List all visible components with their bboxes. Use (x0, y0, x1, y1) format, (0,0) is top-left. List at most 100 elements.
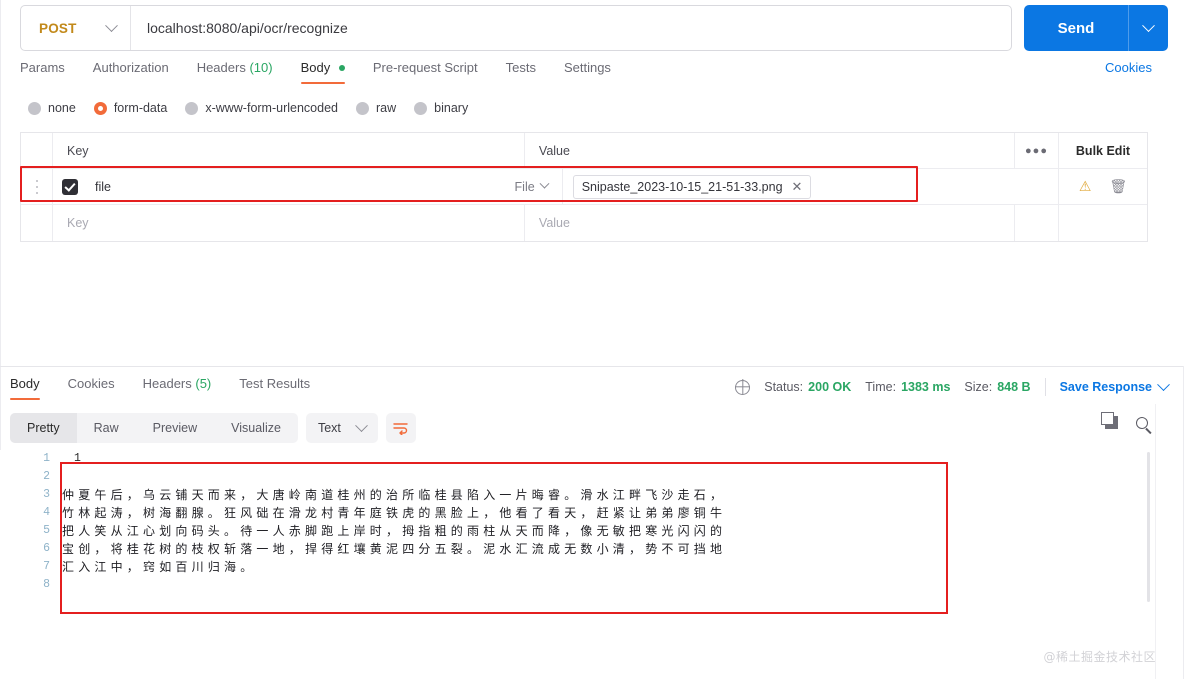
chevron-down-icon (1157, 377, 1170, 391)
panel-divider[interactable] (0, 366, 1184, 367)
format-label: Text (317, 421, 341, 435)
request-tabs: Params Authorization Headers (10) Body P… (20, 60, 1168, 90)
line-number: 3 (43, 488, 50, 501)
send-group: Send (1024, 5, 1168, 51)
tab-label: Params (20, 60, 65, 75)
response-body-text[interactable]: 1 仲夏午后，乌云铺天而来，大唐岭南道桂州的治所临桂县陷入一片晦睿。滑水江畔飞沙… (62, 450, 1134, 594)
tab-tests[interactable]: Tests (492, 60, 550, 84)
header-handle-cell (21, 133, 53, 168)
vertical-scrollbar[interactable] (1147, 452, 1150, 602)
tab-label: Authorization (92, 60, 169, 75)
view-pretty-button[interactable]: Pretty (10, 413, 77, 443)
search-icon[interactable] (1136, 416, 1148, 429)
tab-params[interactable]: Params (20, 60, 79, 84)
send-options-button[interactable] (1128, 5, 1168, 51)
tab-body[interactable]: Body (287, 60, 359, 84)
time-label: Time: (865, 380, 897, 394)
key-type-label: File (514, 179, 535, 194)
bulk-edit-button[interactable]: Bulk Edit (1059, 133, 1147, 168)
view-raw-button[interactable]: Raw (77, 413, 136, 443)
tab-headers[interactable]: Headers (10) (183, 60, 287, 84)
tab-label: Cookies (67, 376, 115, 391)
tab-pre-request-script[interactable]: Pre-request Script (359, 60, 492, 84)
tab-label: Settings (563, 60, 611, 75)
postman-window: POST Send Params Authorization Headers (… (0, 0, 1184, 679)
url-bar: POST Send (20, 4, 1168, 52)
tab-label: Headers (142, 376, 192, 391)
line-number-gutter: 1 2 3 4 5 6 7 8 (28, 450, 50, 594)
response-tab-body[interactable]: Body (10, 376, 54, 400)
chevron-down-icon (539, 178, 550, 189)
key-type-selector[interactable]: File (514, 178, 550, 194)
empty-more-cell (1015, 205, 1059, 241)
row-key-cell[interactable]: file File (87, 169, 563, 204)
empty-value-cell[interactable]: Value (525, 205, 1015, 241)
line-number: 6 (43, 542, 50, 555)
body-type-label: form-data (113, 101, 168, 115)
status-value: 200 OK (808, 380, 852, 394)
tab-settings[interactable]: Settings (550, 60, 625, 84)
more-options-icon: ●●● (1025, 144, 1048, 157)
save-response-button[interactable]: Save Response (1059, 377, 1170, 394)
watermark: @稀土掘金技术社区 (1043, 650, 1156, 664)
body-type-none[interactable]: none (28, 101, 76, 115)
format-selector[interactable]: Text (305, 413, 378, 443)
response-toolbar: Pretty Raw Preview Visualize Text (10, 413, 416, 443)
tab-label: Body (300, 60, 331, 75)
cookies-link[interactable]: Cookies (1105, 60, 1152, 75)
close-icon[interactable]: ✕ (792, 179, 803, 195)
tab-label: Tests (505, 60, 536, 75)
tab-label: Pre-request Script (372, 60, 478, 75)
checkbox-checked-icon[interactable] (62, 178, 78, 195)
response-tab-cookies[interactable]: Cookies (54, 376, 129, 400)
body-type-x-www-form-urlencoded[interactable]: x-www-form-urlencoded (185, 101, 338, 115)
url-input-group: POST (20, 5, 1012, 51)
save-response-label: Save Response (1059, 380, 1152, 394)
radio-icon (28, 101, 41, 115)
view-visualize-button[interactable]: Visualize (214, 413, 298, 443)
tab-authorization[interactable]: Authorization (79, 60, 183, 84)
chevron-down-icon (1142, 18, 1155, 32)
body-type-form-data[interactable]: form-data (93, 101, 168, 115)
chevron-down-icon (355, 418, 368, 432)
code-line: 1 (74, 452, 81, 465)
view-preview-button[interactable]: Preview (136, 413, 214, 443)
response-tabs: Body Cookies Headers (5) Test Results (10, 376, 324, 400)
row-drag-handle[interactable] (21, 169, 53, 204)
body-type-label: none (48, 101, 76, 115)
warning-icon[interactable]: ⚠ (1079, 178, 1092, 195)
body-type-raw[interactable]: raw (356, 101, 396, 115)
empty-key-cell[interactable]: Key (53, 205, 525, 241)
url-input[interactable] (131, 20, 1011, 36)
body-type-label: raw (376, 101, 397, 115)
code-line: 仲夏午后，乌云铺天而来，大唐岭南道桂州的治所临桂县陷入一片晦睿。滑水江畔飞沙走石… (62, 488, 727, 502)
copy-icon[interactable] (1101, 412, 1118, 429)
status-label: Status: (764, 380, 804, 394)
row-value-cell[interactable]: Snipaste_2023-10-15_21-51-33.png ✕ (563, 169, 1059, 204)
body-type-label: x-www-form-urlencoded (205, 101, 338, 115)
row-enabled-checkbox-cell (53, 178, 87, 195)
body-modified-dot-icon (338, 65, 345, 71)
table-options-button[interactable]: ●●● (1015, 133, 1059, 168)
file-chip[interactable]: Snipaste_2023-10-15_21-51-33.png ✕ (572, 174, 812, 199)
body-type-binary[interactable]: binary (414, 101, 468, 115)
response-body-viewer: 1 2 3 4 5 6 7 8 1 仲夏午后，乌云铺天而来，大唐岭南道桂州的治所… (0, 450, 1184, 679)
globe-icon (735, 379, 751, 395)
time-value: 1383 ms (901, 380, 951, 394)
body-type-label: binary (434, 101, 469, 115)
table-header-row: Key Value ●●● Bulk Edit (21, 133, 1147, 169)
file-name-label: Snipaste_2023-10-15_21-51-33.png (581, 179, 783, 194)
response-tab-headers[interactable]: Headers (5) (129, 376, 226, 400)
response-tab-test-results[interactable]: Test Results (225, 376, 324, 400)
response-view-segmented: Pretty Raw Preview Visualize (10, 413, 298, 443)
empty-row-handle (21, 205, 53, 241)
code-line: 竹林起涛，树海翻腺。狂风础在滑龙村青年庭铁虎的黑脸上，他看了看天，赶紧让弟弟廖铜… (62, 506, 727, 520)
send-button[interactable]: Send (1024, 5, 1128, 51)
trash-icon[interactable]: 🗑 (1109, 178, 1127, 195)
word-wrap-button[interactable] (385, 413, 416, 443)
line-number: 7 (43, 560, 50, 573)
chevron-down-icon (105, 18, 118, 32)
line-number: 2 (43, 470, 50, 483)
method-selector[interactable]: POST (21, 6, 131, 50)
